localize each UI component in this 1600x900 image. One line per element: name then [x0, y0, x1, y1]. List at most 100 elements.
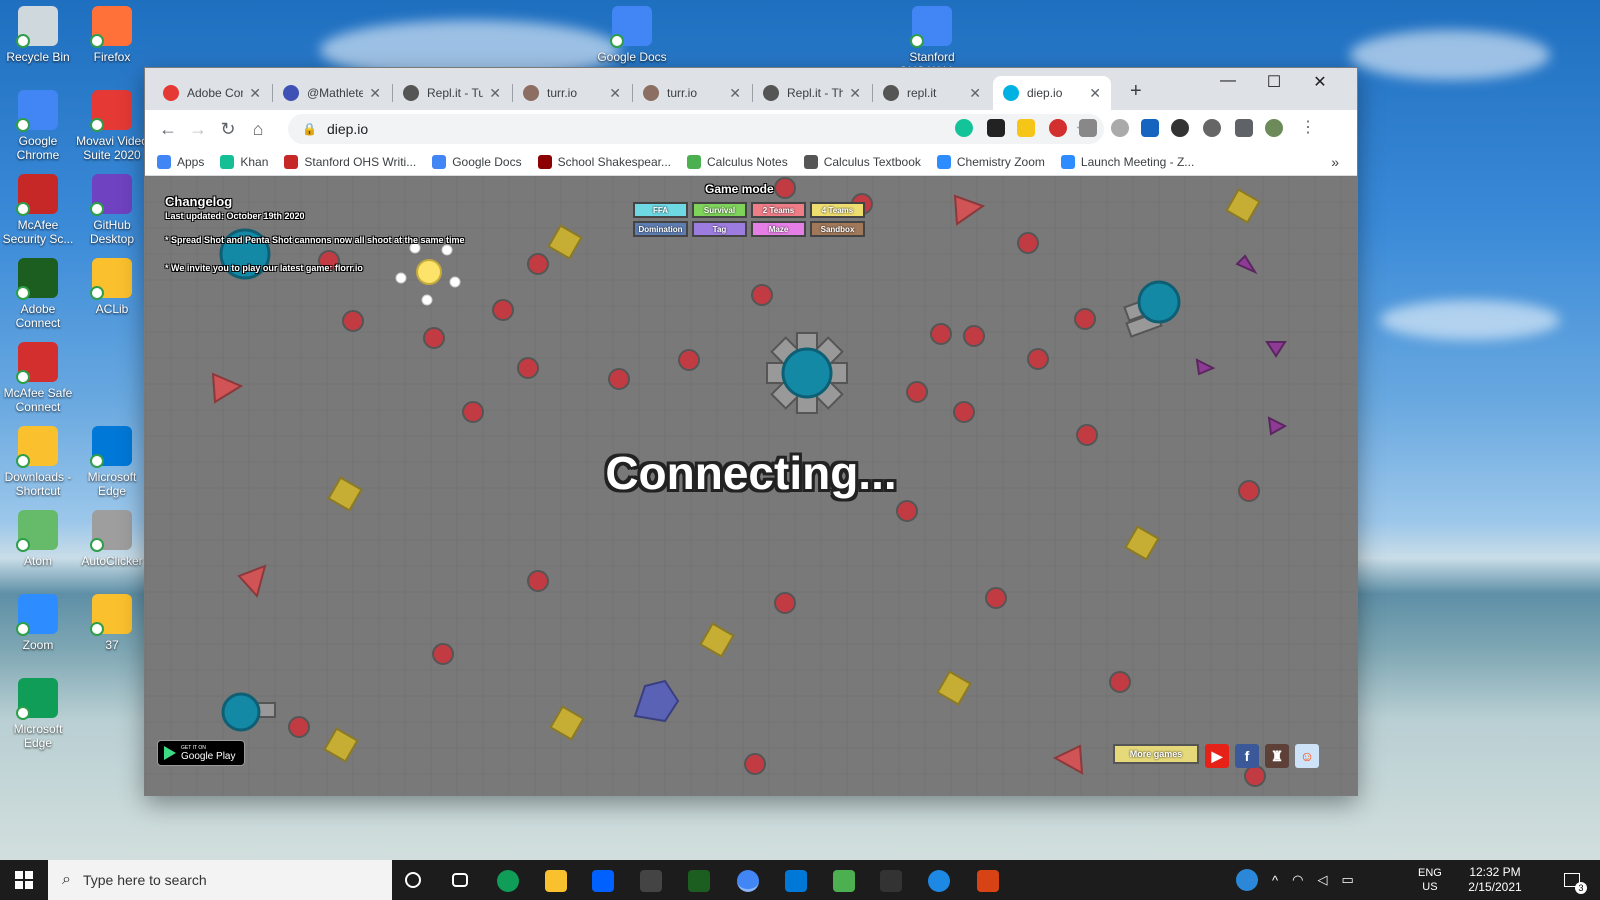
- cortana-icon[interactable]: [405, 872, 421, 888]
- google-play-badge[interactable]: GET IT ON Google Play: [157, 740, 245, 766]
- skype-icon[interactable]: [785, 870, 807, 892]
- desktop-icon[interactable]: AutoClicker: [76, 510, 148, 568]
- bookmark-item[interactable]: Stanford OHS Writi...: [284, 154, 416, 169]
- tab[interactable]: Repl.it - Tu ✕: [393, 76, 511, 110]
- help-icon[interactable]: [1236, 869, 1258, 891]
- desktop-icon[interactable]: Movavi Video Suite 2020: [76, 90, 148, 162]
- desktop-icon[interactable]: Microsoft Edge: [76, 426, 148, 498]
- edge-icon[interactable]: [497, 870, 519, 892]
- tab[interactable]: @Mathlete ✕: [273, 76, 391, 110]
- tab-close-icon[interactable]: ✕: [969, 85, 981, 102]
- app-icon[interactable]: [880, 870, 902, 892]
- extension-icon[interactable]: [1017, 119, 1035, 137]
- app-icon[interactable]: [833, 870, 855, 892]
- game-mode-button[interactable]: FFA: [633, 202, 688, 218]
- desktop-icon[interactable]: Zoom: [2, 594, 74, 652]
- puzzle-icon[interactable]: [1235, 119, 1253, 137]
- bookmark-item[interactable]: Calculus Notes: [687, 154, 788, 169]
- maximize-button[interactable]: ☐: [1251, 72, 1297, 92]
- game-mode-button[interactable]: Survival: [692, 202, 747, 218]
- dropbox-icon[interactable]: [592, 870, 614, 892]
- new-tab-button[interactable]: +: [1130, 80, 1142, 103]
- reddit-icon[interactable]: ☺: [1295, 744, 1319, 768]
- desktop-icon[interactable]: 37: [76, 594, 148, 652]
- tab-close-icon[interactable]: ✕: [369, 85, 381, 102]
- battery-icon[interactable]: ▭: [1341, 872, 1353, 888]
- tab[interactable]: turr.io ✕: [633, 76, 751, 110]
- game-mode-button[interactable]: 2 Teams: [751, 202, 806, 218]
- desktop-icon[interactable]: Downloads - Shortcut: [2, 426, 74, 498]
- bookmark-item[interactable]: Google Docs: [432, 154, 522, 169]
- tab[interactable]: Repl.it - Th ✕: [753, 76, 871, 110]
- clock[interactable]: 12:32 PM 2/15/2021: [1455, 860, 1535, 900]
- desktop-icon[interactable]: Microsoft Edge: [2, 678, 74, 750]
- back-icon[interactable]: ←: [153, 114, 183, 144]
- chevron-up-icon[interactable]: ^: [1272, 873, 1278, 888]
- volume-icon[interactable]: ◁: [1317, 872, 1327, 888]
- extension-icon[interactable]: [1079, 119, 1097, 137]
- language-indicator[interactable]: ENG US: [1418, 860, 1442, 900]
- bookmark-item[interactable]: Chemistry Zoom: [936, 154, 1045, 169]
- extension-icon[interactable]: [1141, 119, 1159, 137]
- task-view-icon[interactable]: [452, 873, 468, 887]
- game-mode-button[interactable]: Maze: [751, 221, 806, 237]
- extension-icon[interactable]: [1203, 119, 1221, 137]
- game-mode-button[interactable]: 4 Teams: [810, 202, 865, 218]
- tab[interactable]: turr.io ✕: [513, 76, 631, 110]
- bookmark-item[interactable]: Apps: [157, 154, 204, 169]
- dark-mode-icon[interactable]: [1171, 119, 1189, 137]
- facebook-icon[interactable]: f: [1235, 744, 1259, 768]
- menu-icon[interactable]: ⋮: [1299, 119, 1317, 137]
- close-window-button[interactable]: ✕: [1297, 72, 1343, 92]
- desktop-icon[interactable]: Atom: [2, 510, 74, 568]
- minimize-button[interactable]: —: [1205, 72, 1251, 90]
- desktop-icon[interactable]: GitHub Desktop: [76, 174, 148, 246]
- game-mode-button[interactable]: Sandbox: [810, 221, 865, 237]
- desktop-icon[interactable]: McAfee Security Sc...: [2, 174, 74, 246]
- youtube-icon[interactable]: ▶: [1205, 744, 1229, 768]
- desktop-icon[interactable]: ACLib: [76, 258, 148, 316]
- bookmark-item[interactable]: Khan: [220, 154, 268, 169]
- chrome-icon[interactable]: [737, 870, 759, 892]
- bookmarks-overflow-icon[interactable]: »: [1331, 154, 1339, 170]
- tab[interactable]: diep.io ✕: [993, 76, 1111, 110]
- more-games-button[interactable]: More games: [1113, 744, 1199, 764]
- app-icon[interactable]: [688, 870, 710, 892]
- desktop-icon[interactable]: Recycle Bin: [2, 6, 74, 64]
- desktop-icon[interactable]: Firefox: [76, 6, 148, 64]
- bookmark-item[interactable]: Launch Meeting - Z...: [1060, 154, 1194, 169]
- tab-close-icon[interactable]: ✕: [249, 85, 261, 102]
- desktop-icon[interactable]: McAfee Safe Connect: [2, 342, 74, 414]
- app-icon[interactable]: [977, 870, 999, 892]
- notifications-icon[interactable]: 3: [1555, 860, 1589, 900]
- adblock-icon[interactable]: [1049, 119, 1067, 137]
- forward-icon[interactable]: →: [183, 114, 213, 144]
- grammarly-icon[interactable]: [955, 119, 973, 137]
- desktop-icon[interactable]: Google Docs: [596, 6, 668, 64]
- extension-icon[interactable]: [987, 119, 1005, 137]
- tab[interactable]: repl.it ✕: [873, 76, 991, 110]
- tab-close-icon[interactable]: ✕: [489, 85, 501, 102]
- tab[interactable]: Adobe Con ✕: [153, 76, 271, 110]
- profile-avatar[interactable]: [1265, 119, 1283, 137]
- address-bar[interactable]: 🔒 diep.io ☆: [288, 114, 1104, 144]
- file-explorer-icon[interactable]: [545, 870, 567, 892]
- reload-icon[interactable]: ↻: [213, 114, 243, 144]
- desktop-icon[interactable]: Adobe Connect: [2, 258, 74, 330]
- home-icon[interactable]: ⌂: [243, 114, 273, 144]
- tab-close-icon[interactable]: ✕: [609, 85, 621, 102]
- tab-close-icon[interactable]: ✕: [729, 85, 741, 102]
- desktop-icon[interactable]: Google Chrome: [2, 90, 74, 162]
- windows-start-icon[interactable]: [0, 860, 48, 900]
- app-icon[interactable]: [928, 870, 950, 892]
- game-mode-button[interactable]: Tag: [692, 221, 747, 237]
- game-mode-button[interactable]: Domination: [633, 221, 688, 237]
- network-icon[interactable]: ◠: [1292, 872, 1303, 888]
- tab-close-icon[interactable]: ✕: [1089, 85, 1101, 102]
- game-canvas[interactable]: Changelog Last updated: October 19th 202…: [145, 176, 1357, 795]
- bookmark-item[interactable]: School Shakespear...: [537, 154, 671, 169]
- game-icon[interactable]: ♜: [1265, 744, 1289, 768]
- extension-icon[interactable]: [1111, 119, 1129, 137]
- tab-close-icon[interactable]: ✕: [849, 85, 861, 102]
- app-icon[interactable]: [640, 870, 662, 892]
